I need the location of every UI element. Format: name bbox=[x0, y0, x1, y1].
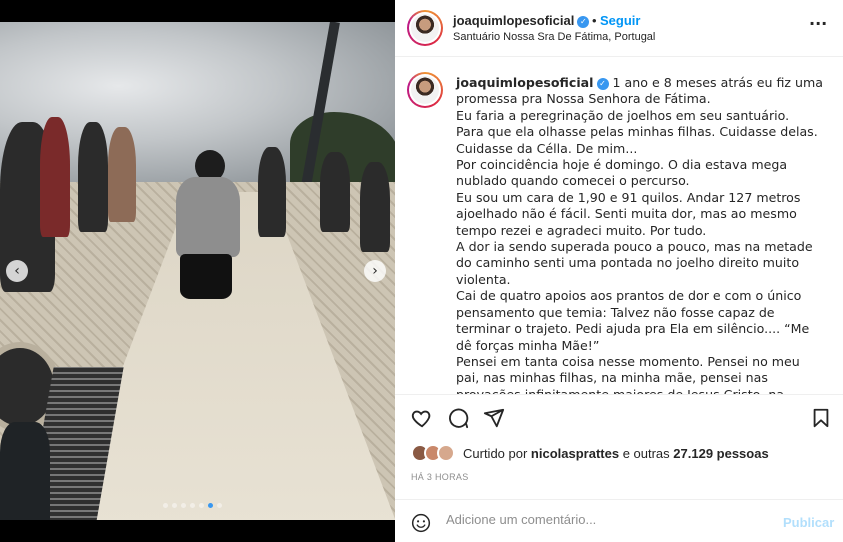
emoji-icon[interactable] bbox=[411, 513, 431, 533]
header-username[interactable]: joaquimlopesoficial ✓ bbox=[453, 13, 590, 28]
photo-pilgrim-body bbox=[176, 177, 240, 257]
likes-suffix[interactable]: pessoas bbox=[713, 446, 769, 461]
caption-line: Eu sou um cara de 1,90 e 91 quilos. Anda… bbox=[456, 189, 801, 238]
caption-area: joaquimlopesoficial ✓ 1 ano e 8 meses atr… bbox=[395, 58, 843, 394]
carousel-dot bbox=[181, 503, 186, 508]
caption-line: Pensei em tanta coisa nesse momento. Pen… bbox=[456, 353, 800, 394]
avatar-image bbox=[411, 76, 439, 104]
carousel-dots bbox=[163, 503, 222, 508]
header-separator: • bbox=[592, 13, 597, 28]
carousel-dot bbox=[217, 503, 222, 508]
photo-pole bbox=[0, 422, 50, 520]
carousel-dot bbox=[208, 503, 213, 508]
comment-input[interactable] bbox=[446, 512, 766, 527]
photo-bystander bbox=[360, 162, 390, 252]
avatar-image bbox=[411, 14, 439, 42]
caption-text: joaquimlopesoficial ✓ 1 ano e 8 meses atr… bbox=[456, 75, 826, 394]
likes-user[interactable]: nicolasprattes bbox=[531, 446, 619, 461]
caption-line: joaquimlopesoficial ✓ 1 ano e 8 meses atr… bbox=[456, 75, 826, 108]
share-icon[interactable] bbox=[483, 407, 505, 429]
post-header: joaquimlopesoficial ✓ • Seguir Santuário … bbox=[395, 0, 843, 57]
post-timestamp[interactable]: HÁ 3 HORAS bbox=[411, 472, 469, 482]
caption-avatar[interactable] bbox=[407, 72, 443, 108]
post-photo[interactable] bbox=[0, 22, 395, 520]
avatar[interactable] bbox=[407, 10, 443, 46]
carousel-dot bbox=[199, 503, 204, 508]
caption-line: Por coincidência hoje é domingo. O dia e… bbox=[456, 157, 788, 189]
comment-bar: Publicar bbox=[395, 499, 843, 542]
caption-line: Cai de quatro apoios aos prantos de dor … bbox=[456, 288, 810, 353]
photo-bystander bbox=[258, 147, 286, 237]
username-text[interactable]: joaquimlopesoficial bbox=[453, 13, 574, 28]
caption-line: Eu faria a peregrinação de joelhos em se… bbox=[456, 107, 790, 123]
photo-bystander bbox=[40, 117, 70, 237]
avatar bbox=[437, 444, 455, 462]
bookmark-icon[interactable] bbox=[811, 407, 831, 429]
caption-line: A dor ia sendo superada pouco a pouco, m… bbox=[456, 239, 813, 287]
carousel-dot bbox=[190, 503, 195, 508]
caption-line: Para que ela olhasse pelas minhas filhas… bbox=[456, 124, 818, 140]
carousel-dot bbox=[172, 503, 177, 508]
follow-button[interactable]: Seguir bbox=[600, 13, 640, 28]
likes-count[interactable]: 27.129 bbox=[673, 446, 713, 461]
carousel-dot bbox=[163, 503, 168, 508]
verified-badge-icon: ✓ bbox=[596, 77, 609, 90]
likes-summary[interactable]: Curtido por nicolasprattes e outras 27.1… bbox=[463, 446, 769, 461]
photo-bystander bbox=[108, 127, 136, 222]
post-media: ‹ › bbox=[0, 0, 395, 542]
publish-button[interactable]: Publicar bbox=[783, 515, 834, 530]
location-link[interactable]: Santuário Nossa Sra De Fátima, Portugal bbox=[453, 31, 655, 43]
photo-bystander bbox=[78, 122, 108, 232]
carousel-prev-button[interactable]: ‹ bbox=[6, 260, 28, 282]
post-side-panel: joaquimlopesoficial ✓ • Seguir Santuário … bbox=[395, 0, 843, 542]
liked-by-avatars[interactable] bbox=[411, 443, 455, 463]
photo-pilgrim-legs bbox=[180, 254, 232, 299]
likes-middle: e outras bbox=[619, 446, 674, 461]
photo-bystander bbox=[320, 152, 350, 232]
heart-icon[interactable] bbox=[411, 407, 433, 429]
post-actions bbox=[395, 394, 843, 440]
likes-prefix: Curtido por bbox=[463, 446, 531, 461]
caption-line: Cuidasse da Célla. De mim... bbox=[456, 140, 638, 156]
verified-badge-icon: ✓ bbox=[577, 15, 590, 28]
comment-icon[interactable] bbox=[447, 407, 469, 429]
more-options-icon[interactable]: ··· bbox=[809, 14, 827, 33]
caption-username[interactable]: joaquimlopesoficial bbox=[456, 75, 594, 90]
carousel-next-button[interactable]: › bbox=[364, 260, 386, 282]
